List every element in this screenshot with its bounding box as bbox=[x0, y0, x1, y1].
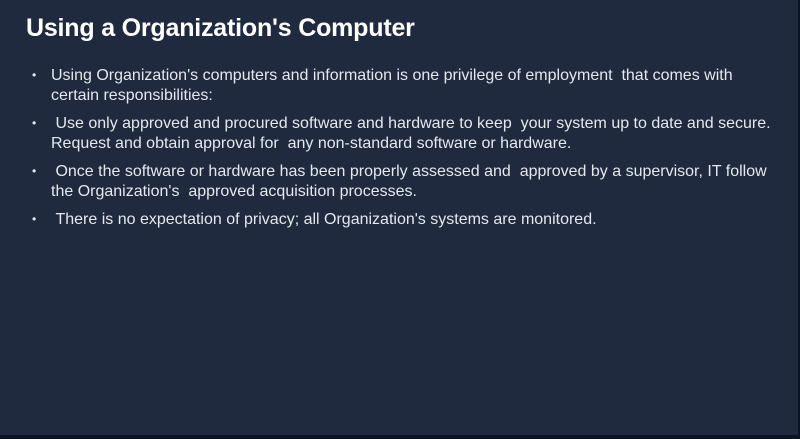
bullet-text: Once the software or hardware has been p… bbox=[51, 163, 772, 200]
bullet-dot-icon: • bbox=[32, 212, 37, 226]
bullet-text: Use only approved and procured software … bbox=[51, 115, 775, 152]
bullet-dot-icon: • bbox=[32, 68, 37, 82]
bullet-dot-icon: • bbox=[32, 164, 37, 178]
bullet-item: • Once the software or hardware has been… bbox=[30, 162, 780, 201]
bullet-dot-icon: • bbox=[32, 116, 37, 130]
slide: Using a Organization's Computer • Using … bbox=[0, 0, 800, 439]
bullet-item: • Use only approved and procured softwar… bbox=[30, 114, 780, 153]
bullet-item: • There is no expectation of privacy; al… bbox=[30, 210, 780, 230]
bullet-item: • Using Organization's computers and inf… bbox=[30, 66, 780, 105]
bullet-text: Using Organization's computers and infor… bbox=[51, 67, 738, 104]
bullet-text: There is no expectation of privacy; all … bbox=[51, 211, 597, 228]
bullet-list: • Using Organization's computers and inf… bbox=[30, 66, 780, 239]
slide-title: Using a Organization's Computer bbox=[26, 14, 415, 42]
